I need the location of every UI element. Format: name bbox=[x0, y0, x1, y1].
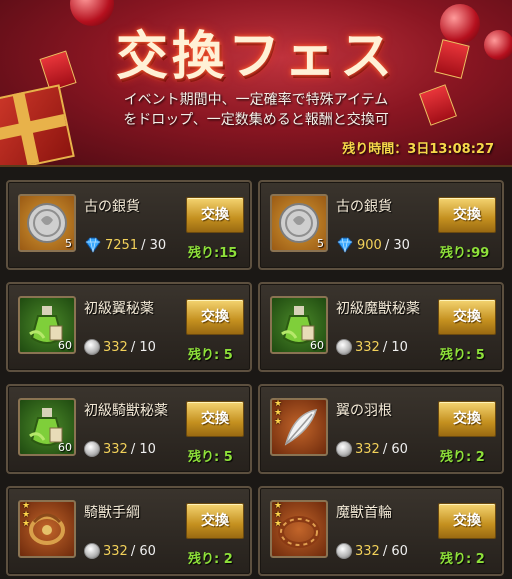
event-description: イベント期間中、一定確率で特殊アイテム をドロップ、一定数集めると報酬と交換可 bbox=[60, 90, 452, 130]
item-cost: 332/ 10 bbox=[84, 441, 156, 457]
exchange-button[interactable]: 交換 bbox=[438, 503, 496, 539]
remaining-count: 残り: 2 bbox=[440, 450, 485, 465]
cost-owned: 332 bbox=[355, 441, 380, 457]
event-title: 交換フェス bbox=[115, 27, 396, 87]
silver-coin-icon bbox=[84, 543, 100, 559]
item-name: 騎獣手綱 bbox=[84, 505, 140, 521]
item-icon-frame: ★ ★ ★ bbox=[18, 500, 76, 558]
remaining-count: 残り: 5 bbox=[188, 348, 233, 363]
item-name: 魔獣首輪 bbox=[336, 505, 392, 521]
silver-coin-icon bbox=[336, 441, 352, 457]
item-cost: 332/ 60 bbox=[336, 543, 408, 559]
gem-icon bbox=[336, 237, 354, 253]
cost-owned: 332 bbox=[355, 339, 380, 355]
cost-required: / 60 bbox=[130, 543, 156, 559]
item-name: 古の銀貨 bbox=[84, 199, 140, 215]
exchange-card: ★ ★ ★ 騎獣手綱 332/ 60 交換 残り: 2 bbox=[6, 486, 252, 576]
item-cost: 7251/ 30 bbox=[84, 237, 166, 253]
exchange-card: 60 初級翼秘薬 332/ 10 交換 残り: 5 bbox=[6, 282, 252, 372]
item-icon-frame: ★ ★ ★ bbox=[270, 398, 328, 456]
description-line: をドロップ、一定数集めると報酬と交換可 bbox=[123, 112, 389, 128]
cost-required: / 60 bbox=[382, 543, 408, 559]
cost-required: / 30 bbox=[141, 237, 167, 253]
cost-owned: 332 bbox=[103, 543, 128, 559]
rarity-stars-icon: ★ ★ ★ bbox=[274, 399, 283, 427]
exchange-button[interactable]: 交換 bbox=[438, 299, 496, 335]
exchange-grid: 5 古の銀貨 7251/ 30 交換 残り:15 5 古の銀貨 900/ 30 … bbox=[6, 180, 506, 576]
remaining-time-value: 3日13:08:27 bbox=[407, 142, 494, 157]
remaining-count: 残り: 5 bbox=[188, 450, 233, 465]
exchange-button[interactable]: 交換 bbox=[186, 503, 244, 539]
item-icon-frame: 60 bbox=[18, 296, 76, 354]
cost-owned: 7251 bbox=[105, 237, 139, 253]
cost-owned: 332 bbox=[103, 441, 128, 457]
event-banner: 交換フェス イベント期間中、一定確率で特殊アイテム をドロップ、一定数集めると報… bbox=[0, 0, 512, 167]
item-cost: 332/ 60 bbox=[336, 441, 408, 457]
item-icon-frame: ★ ★ ★ bbox=[270, 500, 328, 558]
item-count: 5 bbox=[65, 237, 72, 250]
gem-icon bbox=[84, 237, 102, 253]
cost-owned: 332 bbox=[355, 543, 380, 559]
item-icon-frame: 60 bbox=[18, 398, 76, 456]
remaining-time-label: 残り時間： bbox=[342, 142, 408, 157]
remaining-count: 残り:15 bbox=[188, 246, 238, 261]
item-name: 翼の羽根 bbox=[336, 403, 392, 419]
exchange-button[interactable]: 交換 bbox=[186, 401, 244, 437]
cost-required: / 30 bbox=[384, 237, 410, 253]
remaining-count: 残り: 2 bbox=[188, 552, 233, 567]
cost-required: / 60 bbox=[382, 441, 408, 457]
item-cost: 332/ 60 bbox=[84, 543, 156, 559]
exchange-card: 5 古の銀貨 900/ 30 交換 残り:99 bbox=[258, 180, 504, 270]
remaining-count: 残り: 5 bbox=[440, 348, 485, 363]
rarity-stars-icon: ★ ★ ★ bbox=[274, 501, 283, 529]
remaining-count: 残り: 2 bbox=[440, 552, 485, 567]
item-count: 5 bbox=[317, 237, 324, 250]
item-cost: 900/ 30 bbox=[336, 237, 410, 253]
cost-required: / 10 bbox=[130, 339, 156, 355]
rarity-stars-icon: ★ ★ ★ bbox=[22, 501, 31, 529]
exchange-card: 60 初級魔獣秘薬 332/ 10 交換 残り: 5 bbox=[258, 282, 504, 372]
item-cost: 332/ 10 bbox=[336, 339, 408, 355]
silver-coin-icon bbox=[84, 441, 100, 457]
cost-required: / 10 bbox=[382, 339, 408, 355]
item-name: 古の銀貨 bbox=[336, 199, 392, 215]
exchange-button[interactable]: 交換 bbox=[186, 299, 244, 335]
remaining-count: 残り:99 bbox=[440, 246, 490, 261]
description-line: イベント期間中、一定確率で特殊アイテム bbox=[123, 92, 389, 108]
exchange-card: 60 初級騎獣秘薬 332/ 10 交換 残り: 5 bbox=[6, 384, 252, 474]
cost-required: / 10 bbox=[130, 441, 156, 457]
cost-owned: 900 bbox=[357, 237, 382, 253]
exchange-button[interactable]: 交換 bbox=[438, 401, 496, 437]
exchange-button[interactable]: 交換 bbox=[186, 197, 244, 233]
item-icon-frame: 5 bbox=[18, 194, 76, 252]
exchange-card: ★ ★ ★ 翼の羽根 332/ 60 交換 残り: 2 bbox=[258, 384, 504, 474]
exchange-card: 5 古の銀貨 7251/ 30 交換 残り:15 bbox=[6, 180, 252, 270]
item-icon-frame: 60 bbox=[270, 296, 328, 354]
cost-owned: 332 bbox=[103, 339, 128, 355]
silver-coin-icon bbox=[84, 339, 100, 355]
silver-coin-icon bbox=[336, 339, 352, 355]
item-cost: 332/ 10 bbox=[84, 339, 156, 355]
item-count: 60 bbox=[310, 339, 324, 352]
exchange-button[interactable]: 交換 bbox=[438, 197, 496, 233]
item-name: 初級騎獣秘薬 bbox=[84, 403, 168, 419]
item-count: 60 bbox=[58, 441, 72, 454]
item-name: 初級魔獣秘薬 bbox=[336, 301, 420, 317]
item-name: 初級翼秘薬 bbox=[84, 301, 154, 317]
item-count: 60 bbox=[58, 339, 72, 352]
item-icon-frame: 5 bbox=[270, 194, 328, 252]
silver-coin-icon bbox=[336, 543, 352, 559]
exchange-card: ★ ★ ★ 魔獣首輪 332/ 60 交換 残り: 2 bbox=[258, 486, 504, 576]
remaining-time: 残り時間：3日13:08:27 bbox=[342, 138, 494, 157]
